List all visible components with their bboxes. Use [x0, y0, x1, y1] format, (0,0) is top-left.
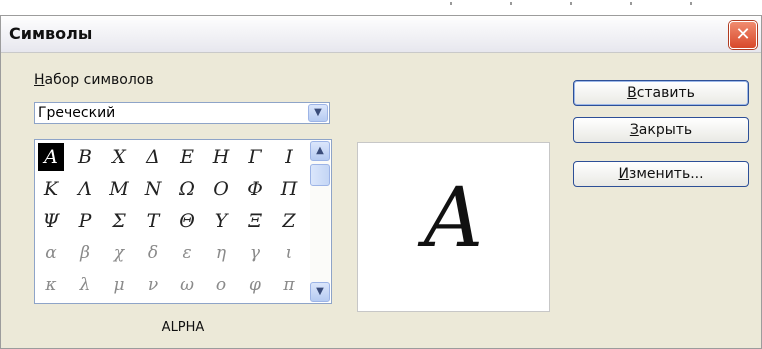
- preview-character: A: [423, 171, 484, 266]
- charset-label-accel: Н: [34, 72, 45, 88]
- modify-button[interactable]: Изменить...: [573, 161, 749, 187]
- modify-accel: И: [618, 166, 629, 182]
- symbol-cell[interactable]: κ: [38, 271, 64, 299]
- symbol-cell[interactable]: χ: [106, 239, 132, 267]
- symbol-cell[interactable]: η: [208, 239, 234, 267]
- symbol-cell[interactable]: Γ: [242, 143, 268, 171]
- symbol-cell[interactable]: A: [38, 143, 64, 171]
- symbol-cell[interactable]: E: [174, 143, 200, 171]
- symbol-cell[interactable]: B: [72, 143, 98, 171]
- symbol-cell[interactable]: Φ: [242, 175, 268, 203]
- symbol-cell[interactable]: λ: [72, 271, 98, 299]
- symbol-cell[interactable]: M: [106, 175, 132, 203]
- symbol-cell[interactable]: O: [208, 175, 234, 203]
- symbol-cell[interactable]: ν: [140, 271, 166, 299]
- close-icon: ✕: [735, 24, 751, 45]
- charset-label: Набор символов: [34, 72, 154, 88]
- symbols-dialog: Символы ✕ Набор символов Греческий ▼ ABX…: [0, 15, 762, 349]
- symbol-cell[interactable]: φ: [242, 271, 268, 299]
- scroll-up-icon[interactable]: ▲: [310, 141, 330, 161]
- background-strip: [0, 0, 762, 12]
- symbol-cell[interactable]: Ω: [174, 175, 200, 203]
- symbol-cell[interactable]: ι: [276, 239, 302, 267]
- symbol-cell[interactable]: ο: [208, 271, 234, 299]
- scroll-down-icon[interactable]: ▼: [310, 282, 330, 302]
- symbol-cell[interactable]: T: [140, 207, 166, 235]
- symbol-cell[interactable]: K: [38, 175, 64, 203]
- scroll-thumb[interactable]: [310, 164, 330, 186]
- symbol-cell[interactable]: α: [38, 239, 64, 267]
- symbol-preview: A: [357, 142, 550, 312]
- symbol-cell[interactable]: Θ: [174, 207, 200, 235]
- symbol-name: ALPHA: [161, 320, 205, 335]
- charset-dropdown[interactable]: Греческий ▼: [34, 102, 330, 124]
- symbol-cell[interactable]: ω: [174, 271, 200, 299]
- symbol-cell[interactable]: N: [140, 175, 166, 203]
- symbol-cell[interactable]: Λ: [72, 175, 98, 203]
- symbol-cell[interactable]: π: [276, 271, 302, 299]
- symbol-cell[interactable]: γ: [242, 239, 268, 267]
- symbol-cell[interactable]: ε: [174, 239, 200, 267]
- symbol-cell[interactable]: X: [106, 143, 132, 171]
- chevron-down-icon[interactable]: ▼: [308, 104, 328, 122]
- close-button[interactable]: Закрыть: [573, 117, 749, 143]
- symbol-grid[interactable]: ABXΔEHΓI KΛMNΩOΦΠ ΨPΣTΘYΞZαβχδεηγι κλμνωοφπ…: [34, 139, 332, 304]
- symbol-cell[interactable]: Ξ: [242, 207, 268, 235]
- symbol-cell[interactable]: Π: [276, 175, 302, 203]
- close-label: акрыть: [638, 122, 693, 138]
- symbol-cell[interactable]: P: [72, 207, 98, 235]
- insert-button[interactable]: Вставить: [573, 80, 749, 106]
- insert-label: ставить: [636, 85, 695, 101]
- symbol-cell[interactable]: Z: [276, 207, 302, 235]
- symbol-cell[interactable]: Δ: [140, 143, 166, 171]
- dialog-title: Символы: [9, 24, 93, 43]
- symbol-cell[interactable]: Σ: [106, 207, 132, 235]
- symbol-cell[interactable]: I: [276, 143, 302, 171]
- title-bar: Символы ✕: [1, 16, 761, 53]
- background-marks: [420, 2, 750, 5]
- symbol-cell[interactable]: Y: [208, 207, 234, 235]
- modify-label: зменить...: [628, 166, 704, 182]
- close-window-button[interactable]: ✕: [729, 21, 757, 49]
- symbol-cell[interactable]: H: [208, 143, 234, 171]
- symbol-cell[interactable]: δ: [140, 239, 166, 267]
- charset-label-text: абор символов: [44, 72, 154, 88]
- close-accel: З: [629, 122, 639, 138]
- grid-scrollbar[interactable]: ▲ ▼: [310, 141, 330, 302]
- symbol-cell[interactable]: Ψ: [38, 207, 64, 235]
- insert-accel: В: [627, 85, 637, 101]
- symbol-cell[interactable]: β: [72, 239, 98, 267]
- charset-selected-value: Греческий: [38, 105, 116, 121]
- symbol-cell[interactable]: μ: [106, 271, 132, 299]
